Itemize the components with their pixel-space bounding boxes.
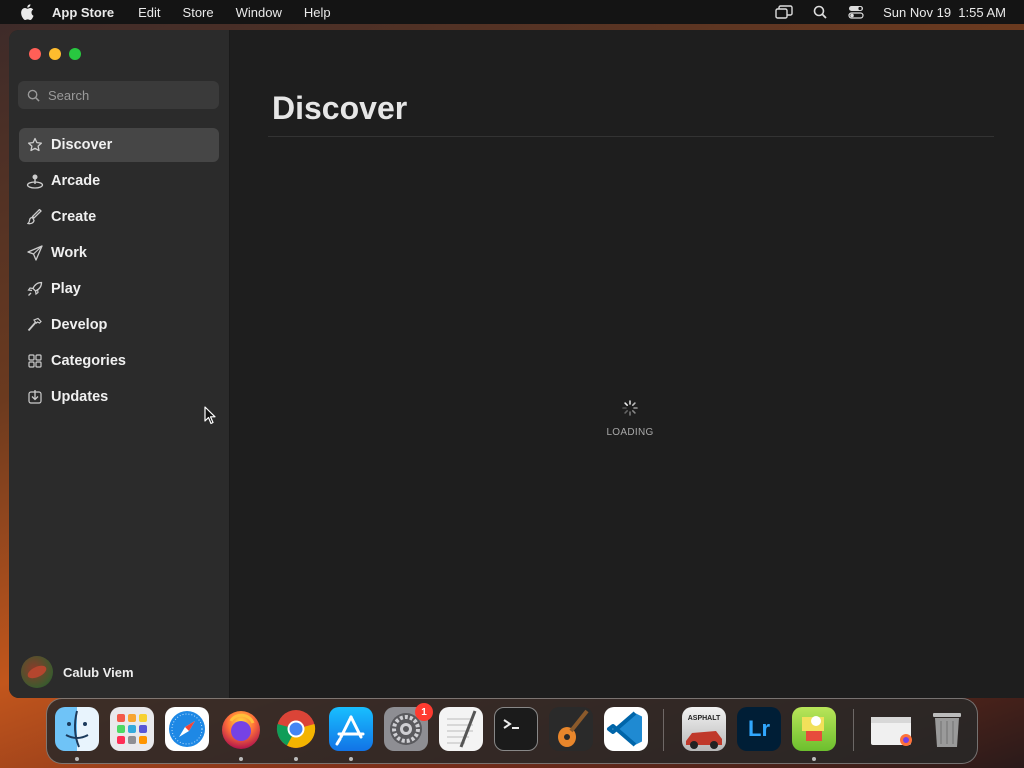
launchpad-icon[interactable] — [110, 707, 154, 751]
vscode-icon[interactable] — [604, 707, 648, 751]
user-name: Calub Viem — [63, 664, 134, 680]
menu-store[interactable]: Store — [183, 5, 214, 20]
sidebar-item-work[interactable]: Work — [19, 236, 219, 270]
paper-plane-icon — [25, 243, 45, 263]
chrome-icon[interactable] — [274, 707, 318, 751]
menu-window[interactable]: Window — [236, 5, 282, 20]
sidebar-item-label: Discover — [51, 137, 113, 153]
app-store-icon[interactable] — [329, 707, 373, 751]
sidebar-item-arcade[interactable]: Arcade — [19, 164, 219, 198]
loading-indicator: LOADING — [600, 400, 660, 438]
game-icon[interactable] — [792, 707, 836, 751]
joystick-icon — [25, 171, 45, 191]
notification-badge: 1 — [415, 703, 433, 721]
app-store-window: Discover Arcade Create Work — [9, 30, 1024, 698]
download-icon — [25, 387, 45, 407]
grid-icon — [25, 351, 45, 371]
menu-edit[interactable]: Edit — [138, 5, 160, 20]
sidebar-item-label: Updates — [51, 389, 109, 405]
sidebar-item-label: Categories — [51, 353, 126, 369]
sidebar-item-discover[interactable]: Discover — [19, 128, 219, 162]
menu-help[interactable]: Help — [304, 5, 331, 20]
main-content: Discover LOADING — [230, 30, 1024, 698]
spinner-icon — [622, 400, 638, 416]
search-icon — [27, 89, 40, 102]
close-button[interactable] — [29, 48, 41, 60]
sidebar-item-label: Play — [51, 281, 81, 297]
sidebar-nav: Discover Arcade Create Work Play Develop… — [19, 128, 219, 416]
safari-icon[interactable] — [165, 707, 209, 751]
lightroom-label: Lr — [748, 716, 770, 741]
mouse-cursor-icon — [204, 406, 216, 425]
control-center-icon[interactable] — [847, 5, 865, 19]
menu-app-name[interactable]: App Store — [52, 5, 114, 20]
trash-icon[interactable] — [925, 707, 969, 751]
sidebar-item-label: Create — [51, 209, 97, 225]
screen-mirroring-icon[interactable] — [775, 5, 793, 19]
sidebar-item-updates[interactable]: Updates — [19, 380, 219, 414]
downloads-stack-icon[interactable] — [869, 707, 913, 751]
asphalt-icon[interactable]: ASPHALT — [682, 707, 726, 751]
lightroom-icon[interactable]: Lr — [737, 707, 781, 751]
page-title: Discover — [272, 90, 408, 126]
dock-separator — [663, 709, 664, 751]
garageband-icon[interactable] — [549, 707, 593, 751]
running-indicator — [294, 757, 298, 761]
dock-separator — [853, 709, 854, 751]
textedit-icon[interactable] — [439, 707, 483, 751]
sidebar: Discover Arcade Create Work — [9, 30, 230, 698]
running-indicator — [812, 757, 816, 761]
brush-icon — [25, 207, 45, 227]
loading-label: LOADING — [606, 427, 654, 438]
sidebar-item-label: Develop — [51, 317, 108, 333]
hammer-icon — [25, 315, 45, 335]
dock: 1 ASPHALT Lr — [46, 698, 978, 764]
maximize-button[interactable] — [69, 48, 81, 60]
running-indicator — [239, 757, 243, 761]
firefox-icon[interactable] — [219, 707, 263, 751]
avatar[interactable] — [21, 656, 53, 688]
sidebar-item-label: Work — [51, 245, 87, 261]
sidebar-item-create[interactable]: Create — [19, 200, 219, 234]
menu-clock[interactable]: Sun Nov 19 1:55 AM — [883, 5, 1006, 20]
sidebar-item-develop[interactable]: Develop — [19, 308, 219, 342]
window-controls — [29, 48, 81, 60]
star-icon — [25, 135, 45, 155]
finder-icon[interactable] — [55, 707, 99, 751]
minimize-button[interactable] — [49, 48, 61, 60]
rocket-icon — [25, 279, 45, 299]
sidebar-item-label: Arcade — [51, 173, 101, 189]
search-input[interactable] — [48, 87, 208, 103]
terminal-icon[interactable] — [494, 707, 538, 751]
user-account[interactable]: Calub Viem — [21, 656, 134, 688]
search-field[interactable] — [18, 81, 219, 109]
spotlight-search-icon[interactable] — [811, 5, 829, 19]
menu-bar: App Store Edit Store Window Help Sun Nov… — [0, 0, 1024, 24]
sidebar-item-play[interactable]: Play — [19, 272, 219, 306]
apple-menu-icon[interactable] — [18, 3, 36, 21]
running-indicator — [75, 757, 79, 761]
running-indicator — [349, 757, 353, 761]
sidebar-item-categories[interactable]: Categories — [19, 344, 219, 378]
title-divider — [268, 136, 994, 137]
